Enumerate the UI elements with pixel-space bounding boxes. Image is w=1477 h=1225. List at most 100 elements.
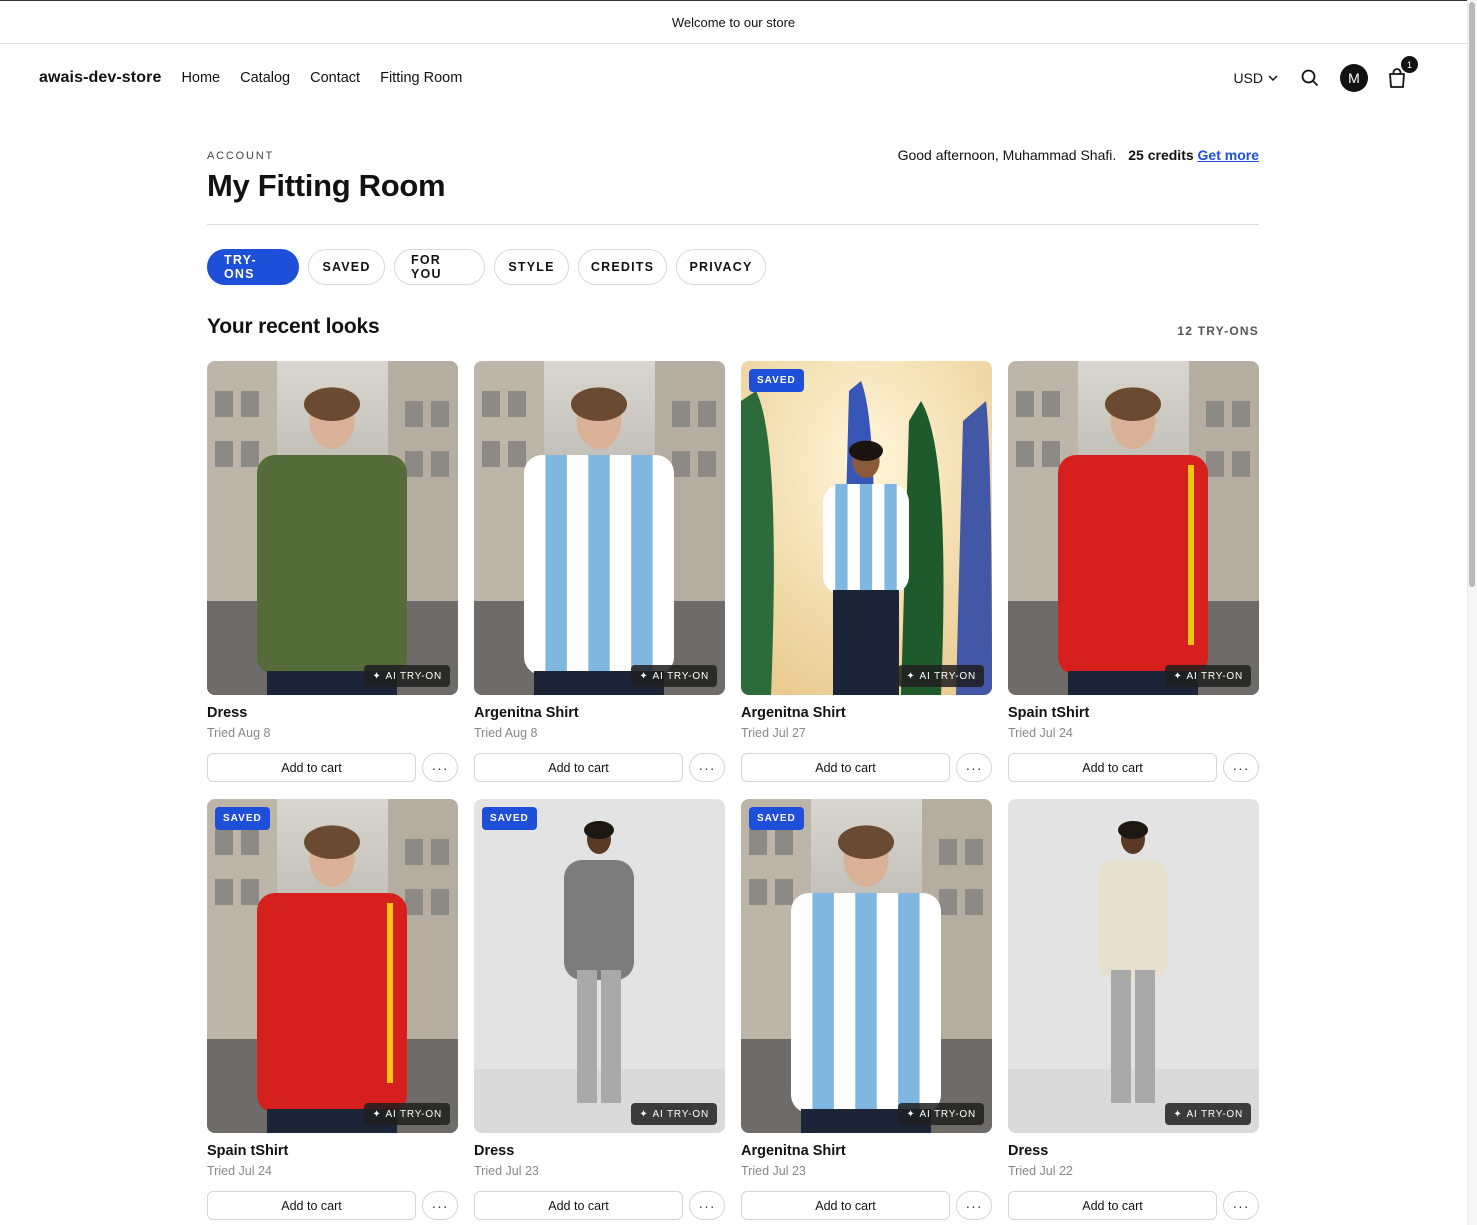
look-card[interactable]: ✦ AI TRY-ON Dress Tried Aug 8 Add to cart ··· xyxy=(207,361,458,783)
nav-home[interactable]: Home xyxy=(181,70,220,86)
look-photo xyxy=(741,361,992,695)
more-options-button[interactable]: ··· xyxy=(956,1191,992,1220)
fitting-room-tabs: TRY-ONS SAVED FOR YOU STYLE CREDITS PRIV… xyxy=(207,249,766,285)
look-card[interactable]: ✦ AI TRY-ON Dress Tried Jul 22 Add to cart ··… xyxy=(1008,799,1259,1221)
look-photo xyxy=(1008,361,1259,695)
sparkle-icon: ✦ xyxy=(906,670,916,682)
sparkle-icon: ✦ xyxy=(1173,670,1183,682)
more-options-button[interactable]: ··· xyxy=(1223,753,1259,782)
announcement-text: Welcome to our store xyxy=(671,14,796,30)
ai-try-on-badge: ✦ AI TRY-ON xyxy=(1165,665,1251,687)
tab-try-ons[interactable]: TRY-ONS xyxy=(207,249,299,285)
add-to-cart-button[interactable]: Add to cart xyxy=(207,753,416,782)
currency-selector[interactable]: USD xyxy=(1233,70,1278,86)
look-thumbnail[interactable]: ✦ AI TRY-ON xyxy=(1008,361,1259,695)
look-thumbnail[interactable]: SAVED ✦ AI TRY-ON xyxy=(207,799,458,1133)
look-photo xyxy=(474,799,725,1133)
add-to-cart-button[interactable]: Add to cart xyxy=(1008,753,1217,782)
ai-badge-label: AI TRY-ON xyxy=(919,670,976,682)
section-title: Your recent looks xyxy=(207,315,380,338)
look-thumbnail[interactable]: SAVED ✦ AI TRY-ON xyxy=(741,799,992,1133)
ai-badge-label: AI TRY-ON xyxy=(385,670,442,682)
ai-try-on-badge: ✦ AI TRY-ON xyxy=(631,665,717,687)
look-card[interactable]: SAVED ✦ AI TRY-ON Argenitna Shirt Tried Jul … xyxy=(741,361,992,783)
ai-badge-label: AI TRY-ON xyxy=(1186,1108,1243,1120)
look-card[interactable]: SAVED ✦ AI TRY-ON Argenitna Shirt Tried Jul … xyxy=(741,799,992,1221)
look-name[interactable]: Argenitna Shirt xyxy=(741,705,846,721)
scrollbar-thumb[interactable] xyxy=(1469,2,1475,587)
look-name[interactable]: Dress xyxy=(474,1143,514,1159)
add-to-cart-button[interactable]: Add to cart xyxy=(741,1191,950,1220)
look-photo xyxy=(1008,799,1259,1133)
look-date: Tried Jul 24 xyxy=(1008,726,1073,740)
look-date: Tried Aug 8 xyxy=(207,726,271,740)
chevron-down-icon xyxy=(1268,75,1278,81)
currency-value: USD xyxy=(1233,70,1263,86)
sparkle-icon: ✦ xyxy=(906,1108,916,1120)
tab-credits[interactable]: CREDITS xyxy=(578,249,667,285)
add-to-cart-button[interactable]: Add to cart xyxy=(741,753,950,782)
add-to-cart-button[interactable]: Add to cart xyxy=(1008,1191,1217,1220)
look-name[interactable]: Dress xyxy=(207,705,247,721)
avatar-initial: M xyxy=(1348,70,1360,86)
saved-badge: SAVED xyxy=(749,369,804,392)
ai-try-on-badge: ✦ AI TRY-ON xyxy=(1165,1103,1251,1125)
page-scrollbar[interactable] xyxy=(1467,0,1477,1225)
look-card[interactable]: ✦ AI TRY-ON Argenitna Shirt Tried Aug 8 Add … xyxy=(474,361,725,783)
more-options-button[interactable]: ··· xyxy=(689,753,725,782)
sparkle-icon: ✦ xyxy=(372,670,382,682)
greeting-text: Good afternoon, Muhammad Shafi. xyxy=(897,147,1117,163)
look-thumbnail[interactable]: SAVED ✦ AI TRY-ON xyxy=(741,361,992,695)
sparkle-icon: ✦ xyxy=(1173,1108,1183,1120)
look-name[interactable]: Dress xyxy=(1008,1143,1048,1159)
store-logo[interactable]: awais-dev-store xyxy=(39,69,161,87)
tab-privacy[interactable]: PRIVACY xyxy=(676,249,766,285)
add-to-cart-button[interactable]: Add to cart xyxy=(207,1191,416,1220)
ai-try-on-badge: ✦ AI TRY-ON xyxy=(364,665,450,687)
add-to-cart-button[interactable]: Add to cart xyxy=(474,1191,683,1220)
account-avatar[interactable]: M xyxy=(1340,64,1368,92)
look-date: Tried Jul 27 xyxy=(741,726,806,740)
search-icon[interactable] xyxy=(1300,68,1320,88)
looks-grid: ✦ AI TRY-ON Dress Tried Aug 8 Add to cart ···… xyxy=(207,361,1259,1221)
look-card[interactable]: ✦ AI TRY-ON Spain tShirt Tried Jul 24 Add to… xyxy=(1008,361,1259,783)
look-name[interactable]: Spain tShirt xyxy=(1008,705,1089,721)
look-card[interactable]: SAVED ✦ AI TRY-ON Spain tShirt Tried Jul 24 A… xyxy=(207,799,458,1221)
look-photo xyxy=(207,361,458,695)
tab-style[interactable]: STYLE xyxy=(494,249,569,285)
ai-badge-label: AI TRY-ON xyxy=(385,1108,442,1120)
more-options-button[interactable]: ··· xyxy=(422,1191,458,1220)
add-to-cart-button[interactable]: Add to cart xyxy=(474,753,683,782)
more-options-button[interactable]: ··· xyxy=(422,753,458,782)
look-thumbnail[interactable]: ✦ AI TRY-ON xyxy=(474,361,725,695)
look-thumbnail[interactable]: ✦ AI TRY-ON xyxy=(1008,799,1259,1133)
look-thumbnail[interactable]: SAVED ✦ AI TRY-ON xyxy=(474,799,725,1133)
more-options-button[interactable]: ··· xyxy=(689,1191,725,1220)
account-greeting: Good afternoon, Muhammad Shafi. 25 credi… xyxy=(898,147,1259,163)
look-name[interactable]: Argenitna Shirt xyxy=(741,1143,846,1159)
saved-badge: SAVED xyxy=(482,807,537,830)
look-card[interactable]: SAVED ✦ AI TRY-ON Dress Tried Jul 23 Add to c… xyxy=(474,799,725,1221)
tab-for-you[interactable]: FOR YOU xyxy=(394,249,485,285)
ai-try-on-badge: ✦ AI TRY-ON xyxy=(364,1103,450,1125)
nav-catalog[interactable]: Catalog xyxy=(240,70,290,86)
cart-button[interactable]: 1 xyxy=(1384,56,1418,91)
account-eyebrow: ACCOUNT xyxy=(207,150,274,162)
page-title: My Fitting Room xyxy=(207,168,446,203)
tab-saved[interactable]: SAVED xyxy=(308,249,385,285)
look-name[interactable]: Argenitna Shirt xyxy=(474,705,579,721)
more-options-button[interactable]: ··· xyxy=(1223,1191,1259,1220)
get-more-credits-link[interactable]: Get more xyxy=(1198,147,1259,163)
main-nav: Home Catalog Contact Fitting Room xyxy=(181,70,462,86)
look-date: Tried Jul 23 xyxy=(741,1164,806,1178)
look-thumbnail[interactable]: ✦ AI TRY-ON xyxy=(207,361,458,695)
look-photo xyxy=(474,361,725,695)
nav-contact[interactable]: Contact xyxy=(310,70,360,86)
site-header: awais-dev-store Home Catalog Contact Fit… xyxy=(0,44,1467,112)
nav-fitting-room[interactable]: Fitting Room xyxy=(380,70,462,86)
ai-try-on-badge: ✦ AI TRY-ON xyxy=(631,1103,717,1125)
credits-balance: 25 credits xyxy=(1128,147,1194,163)
look-name[interactable]: Spain tShirt xyxy=(207,1143,288,1159)
more-options-button[interactable]: ··· xyxy=(956,753,992,782)
look-photo xyxy=(741,799,992,1133)
